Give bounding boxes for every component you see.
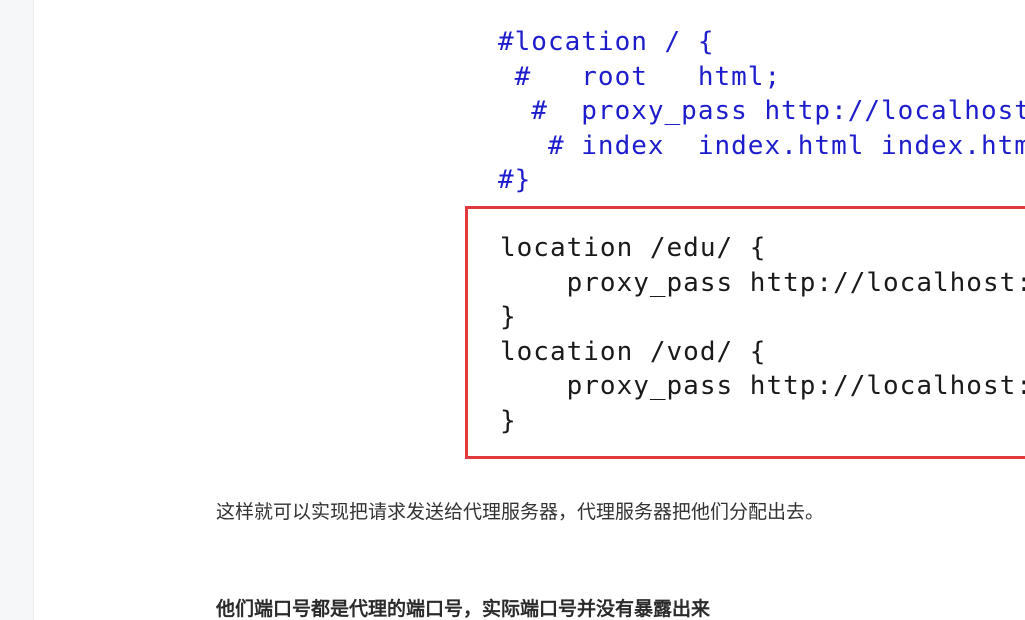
article-paragraph: 这样就可以实现把请求发送给代理服务器，代理服务器把他们分配出去。	[216, 501, 825, 523]
code-line-location-vod: location /vod/ {	[500, 337, 767, 367]
code-line-comment-proxy-pass: # proxy_pass http://localhost:8080;	[531, 96, 1025, 126]
code-line-close-edu: }	[500, 302, 517, 332]
article-heading: 他们端口号都是代理的端口号，实际端口号并没有暴露出来	[216, 598, 711, 620]
left-gutter	[0, 0, 34, 620]
code-line-comment-index: # index index.html index.htm;	[498, 131, 1025, 161]
code-line-comment-location: #location / {	[498, 27, 715, 57]
code-line-location-edu: location /edu/ {	[500, 233, 767, 263]
code-line-proxy-pass-edu: proxy_pass http://localhost:8080;	[566, 268, 1025, 298]
nginx-config-screenshot: #location / { # root html; # proxy_pass …	[488, 14, 1025, 474]
code-line-close-vod: }	[500, 406, 517, 436]
code-line-comment-close: #}	[498, 165, 532, 195]
code-line-proxy-pass-vod: proxy_pass http://localhost:8081;	[566, 371, 1025, 401]
code-line-comment-root: # root html;	[498, 62, 782, 92]
